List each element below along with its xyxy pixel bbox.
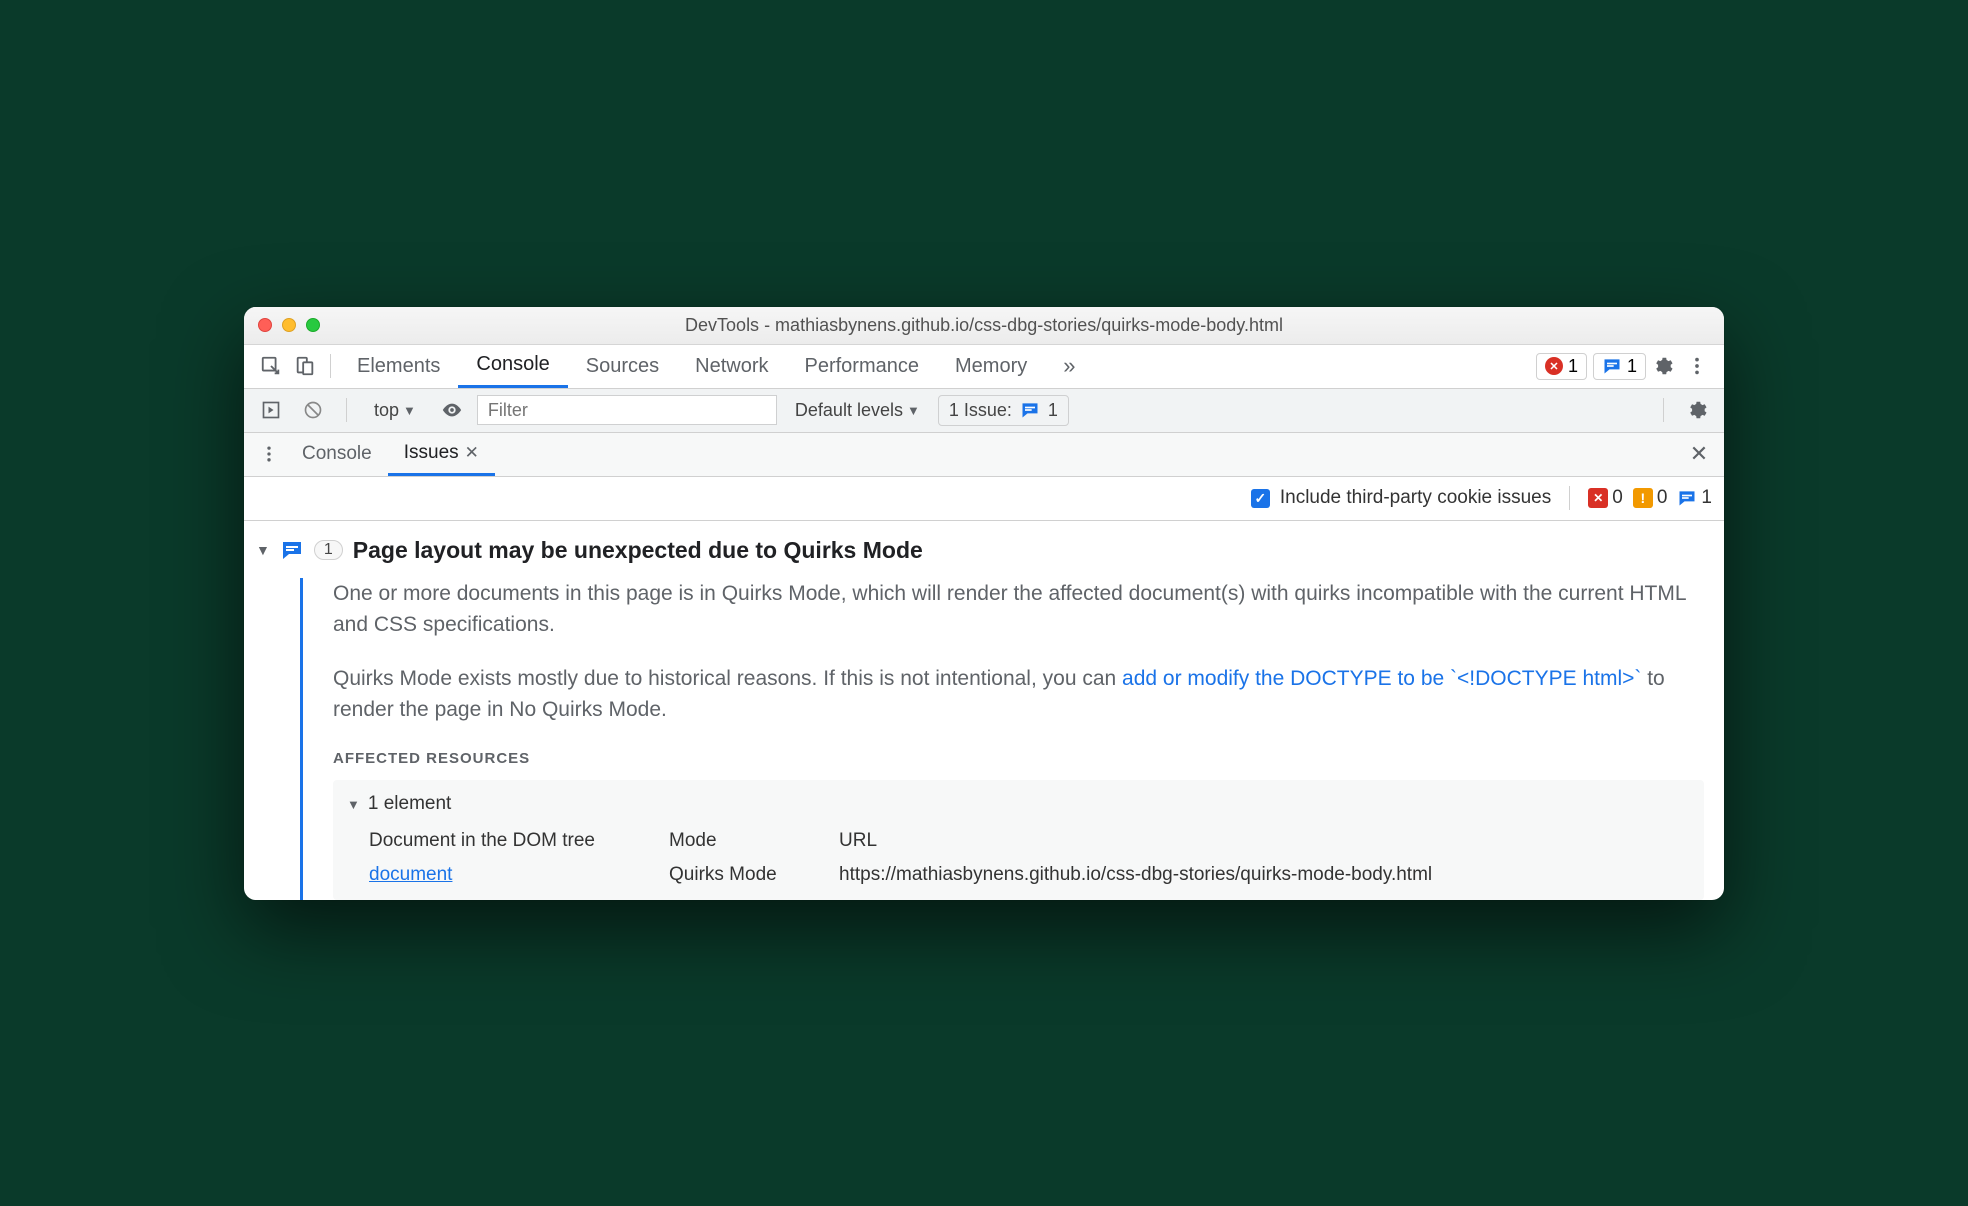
message-icon [280, 538, 304, 562]
error-filter-count: 0 [1612, 487, 1623, 509]
separator [1569, 486, 1570, 510]
message-icon [1677, 488, 1697, 508]
issues-badge[interactable]: 1 [1593, 353, 1646, 380]
clear-console-icon[interactable] [296, 393, 330, 427]
col-header-url: URL [839, 827, 1690, 856]
tab-sources[interactable]: Sources [568, 344, 677, 388]
message-icon [1020, 400, 1040, 420]
execute-icon[interactable] [254, 393, 288, 427]
more-icon[interactable] [1680, 349, 1714, 383]
levels-label: Default levels [795, 400, 903, 421]
tab-memory[interactable]: Memory [937, 344, 1045, 388]
error-icon [1545, 357, 1563, 375]
error-square-icon [1588, 488, 1608, 508]
issues-pill-count: 1 [1048, 400, 1058, 421]
expand-affected-icon[interactable]: ▼ [347, 795, 360, 815]
mode-cell: Quirks Mode [669, 861, 819, 890]
affected-summary: 1 element [368, 790, 451, 819]
tab-elements[interactable]: Elements [339, 344, 458, 388]
third-party-checkbox[interactable]: ✓ [1251, 489, 1270, 508]
main-tab-strip: Elements Console Sources Network Perform… [244, 345, 1724, 389]
drawer-tab-label: Issues [404, 442, 459, 464]
separator [346, 398, 347, 422]
affected-resources-heading: AFFECTED RESOURCES [333, 748, 1704, 771]
separator [1663, 398, 1664, 422]
issue-header[interactable]: ▼ 1 Page layout may be unexpected due to… [256, 537, 1704, 564]
error-badge[interactable]: 1 [1536, 353, 1587, 380]
info-filter-count: 1 [1701, 487, 1712, 509]
affected-resources-box: ▼ 1 element Document in the DOM tree Mod… [333, 780, 1704, 900]
console-toolbar: top ▼ Default levels ▼ 1 Issue: 1 [244, 389, 1724, 433]
error-filter[interactable]: 0 [1588, 487, 1623, 509]
close-tab-icon[interactable]: ✕ [465, 443, 479, 463]
document-link[interactable]: document [369, 861, 649, 890]
window-title: DevTools - mathiasbynens.github.io/css-d… [244, 315, 1724, 336]
url-cell: https://mathiasbynens.github.io/css-dbg-… [839, 861, 1690, 890]
tabs-overflow-icon[interactable]: » [1045, 344, 1093, 388]
doctype-help-link[interactable]: add or modify the DOCTYPE to be `<!DOCTY… [1122, 667, 1641, 690]
issues-count: 1 [1627, 356, 1637, 377]
expand-issue-icon[interactable]: ▼ [256, 542, 270, 558]
live-expression-icon[interactable] [435, 393, 469, 427]
close-drawer-icon[interactable]: ✕ [1682, 437, 1716, 471]
col-header-mode: Mode [669, 827, 819, 856]
issue-count-pill: 1 [314, 540, 343, 560]
tab-network[interactable]: Network [677, 344, 786, 388]
filter-input[interactable] [477, 395, 777, 425]
tab-console[interactable]: Console [458, 344, 567, 388]
affected-summary-row[interactable]: ▼ 1 element [347, 790, 1690, 819]
drawer-tab-issues[interactable]: Issues ✕ [388, 432, 495, 476]
issue-description: One or more documents in this page is in… [300, 578, 1704, 900]
devtools-window: DevTools - mathiasbynens.github.io/css-d… [244, 307, 1724, 900]
info-filter[interactable]: 1 [1677, 487, 1712, 509]
issues-pill[interactable]: 1 Issue: 1 [938, 395, 1069, 426]
settings-icon[interactable] [1646, 349, 1680, 383]
affected-table: Document in the DOM tree Mode URL docume… [347, 827, 1690, 890]
warn-filter[interactable]: 0 [1633, 487, 1668, 509]
drawer-tab-console[interactable]: Console [286, 432, 388, 476]
drawer-tab-label: Console [302, 443, 372, 465]
context-label: top [374, 400, 399, 421]
issue-title: Page layout may be unexpected due to Qui… [353, 537, 923, 564]
chevron-down-icon: ▼ [907, 403, 920, 418]
console-settings-icon[interactable] [1680, 393, 1714, 427]
warn-square-icon [1633, 488, 1653, 508]
log-levels-selector[interactable]: Default levels ▼ [785, 396, 930, 425]
device-toolbar-icon[interactable] [288, 349, 322, 383]
error-count: 1 [1568, 356, 1578, 377]
tab-performance[interactable]: Performance [787, 344, 938, 388]
inspect-icon[interactable] [254, 349, 288, 383]
third-party-label: Include third-party cookie issues [1280, 487, 1551, 509]
warn-filter-count: 0 [1657, 487, 1668, 509]
issues-filter-bar: ✓ Include third-party cookie issues 0 0 … [244, 477, 1724, 521]
drawer-more-icon[interactable] [252, 437, 286, 471]
drawer-tab-strip: Console Issues ✕ ✕ [244, 433, 1724, 477]
window-titlebar: DevTools - mathiasbynens.github.io/css-d… [244, 307, 1724, 345]
issue-paragraph: One or more documents in this page is in… [333, 578, 1704, 641]
issue-paragraph: Quirks Mode exists mostly due to histori… [333, 663, 1704, 726]
issue-item: ▼ 1 Page layout may be unexpected due to… [244, 521, 1724, 900]
issue-text: Quirks Mode exists mostly due to histori… [333, 667, 1122, 690]
issues-pill-label: 1 Issue: [949, 400, 1012, 421]
col-header-document: Document in the DOM tree [369, 827, 649, 856]
chevron-down-icon: ▼ [403, 403, 416, 418]
separator [330, 354, 331, 378]
context-selector[interactable]: top ▼ [363, 395, 427, 426]
message-icon [1602, 356, 1622, 376]
